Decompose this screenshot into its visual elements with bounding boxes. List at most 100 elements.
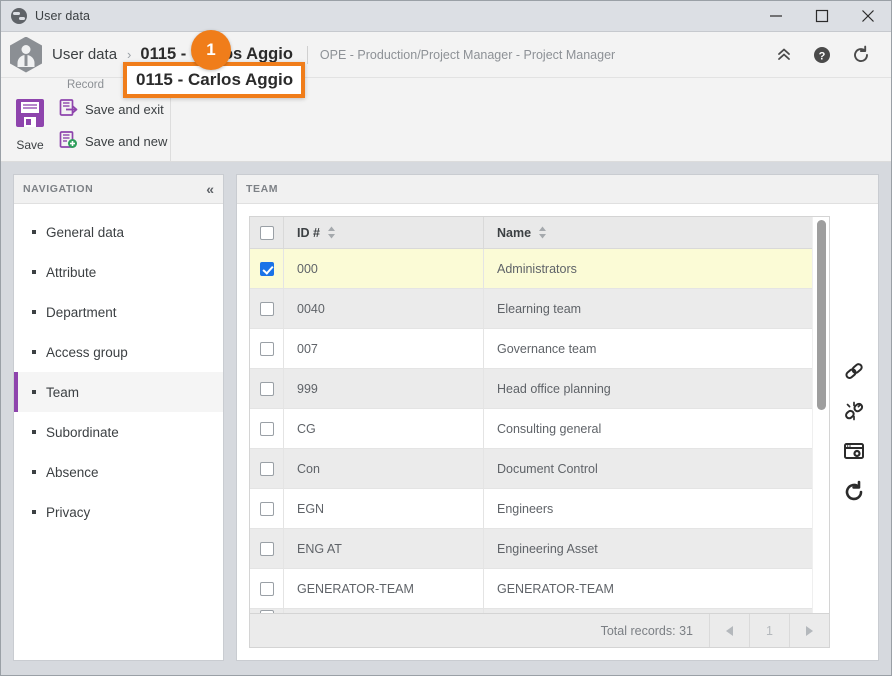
sidebar-item-general-data[interactable]: General data [14, 212, 223, 252]
sidebar-item-access-group[interactable]: Access group [14, 332, 223, 372]
table-row[interactable]: 0040 Elearning team [250, 289, 812, 329]
grid-scroll-zone: ID # Name 000 Administrators 0040 Elearn… [250, 217, 829, 613]
preview-window-icon[interactable] [843, 440, 865, 462]
table-row[interactable]: Con Document Control [250, 449, 812, 489]
double-chevron-left-icon[interactable]: « [206, 182, 214, 196]
main-body: NAVIGATION « General data Attribute Depa… [1, 162, 891, 675]
content-header: TEAM [237, 175, 878, 204]
annotation-target-text: 0115 - Carlos Aggio [136, 70, 294, 89]
bullet-icon [32, 510, 36, 514]
save-and-exit-button[interactable]: Save and exit [59, 98, 167, 122]
cell-id: 007 [284, 329, 484, 368]
row-checkbox[interactable] [259, 381, 274, 396]
application-window: User data User data › 0115 - Carlos Aggi… [0, 0, 892, 676]
bullet-icon [32, 230, 36, 234]
row-checkbox[interactable] [259, 501, 274, 516]
sidebar-item-label: Absence [46, 464, 99, 480]
breadcrumb-bar: User data › 0115 - Carlos Aggio OPE - Pr… [1, 30, 891, 98]
close-icon[interactable] [845, 1, 891, 31]
row-checkbox[interactable] [259, 341, 274, 356]
row-checkbox-cell[interactable] [250, 249, 284, 288]
sidebar-item-team[interactable]: Team [14, 372, 223, 412]
page-number[interactable]: 1 [749, 614, 789, 647]
sidebar-item-subordinate[interactable]: Subordinate [14, 412, 223, 452]
table-row[interactable]: 999 Head office planning [250, 369, 812, 409]
table-row[interactable]: 007 Governance team [250, 329, 812, 369]
column-header-id[interactable]: ID # [284, 217, 484, 248]
breadcrumb-separator: › [127, 47, 132, 62]
row-checkbox[interactable] [259, 301, 274, 316]
row-checkbox-cell[interactable] [250, 449, 284, 488]
cell-id: EGN [284, 489, 484, 528]
grid-side-toolbar [830, 216, 878, 648]
chevron-up-icon[interactable] [775, 46, 793, 64]
row-checkbox-cell[interactable] [250, 609, 284, 613]
sidebar-item-privacy[interactable]: Privacy [14, 492, 223, 532]
title-bar: User data [1, 1, 891, 32]
sort-arrows-icon[interactable] [327, 226, 336, 239]
table-row[interactable]: GENERATOR-TEAM GENERATOR-TEAM [250, 569, 812, 609]
navigation-header: NAVIGATION « [14, 175, 223, 204]
sidebar-item-label: General data [46, 224, 125, 240]
row-checkbox[interactable] [259, 261, 274, 276]
link-icon[interactable] [843, 360, 865, 382]
column-header-name-label: Name [497, 225, 532, 240]
bullet-icon [32, 470, 36, 474]
scrollbar-thumb[interactable] [816, 220, 826, 410]
row-checkbox-cell[interactable] [250, 289, 284, 328]
refresh-icon[interactable] [851, 45, 871, 65]
cell-name: Head office planning [497, 381, 611, 396]
minimize-icon[interactable] [753, 1, 799, 31]
table-row[interactable]: 000 Administrators [250, 249, 812, 289]
breadcrumb-root[interactable]: User data [52, 46, 117, 63]
sidebar-item-absence[interactable]: Absence [14, 452, 223, 492]
save-and-new-button[interactable]: Save and new [59, 130, 167, 154]
row-checkbox[interactable] [259, 541, 274, 556]
sidebar-item-department[interactable]: Department [14, 292, 223, 332]
bullet-icon [32, 310, 36, 314]
help-icon[interactable]: ? [813, 46, 831, 64]
save-and-new-icon [59, 130, 78, 154]
row-checkbox[interactable] [259, 461, 274, 476]
cell-id: 000 [284, 249, 484, 288]
row-checkbox-cell[interactable] [250, 329, 284, 368]
cell-name [484, 609, 812, 613]
table-row-partial[interactable] [250, 609, 812, 613]
row-checkbox-cell[interactable] [250, 369, 284, 408]
content-body: ID # Name 000 Administrators 0040 Elearn… [237, 204, 878, 660]
cell-name: Engineers [497, 501, 554, 516]
row-checkbox-cell[interactable] [250, 409, 284, 448]
save-floppy-icon [13, 96, 47, 135]
next-page-icon[interactable] [789, 614, 829, 647]
navigation-panel: NAVIGATION « General data Attribute Depa… [13, 174, 224, 661]
sort-arrows-icon[interactable] [538, 226, 547, 239]
row-checkbox-cell[interactable] [250, 569, 284, 608]
prev-page-icon[interactable] [709, 614, 749, 647]
maximize-icon[interactable] [799, 1, 845, 31]
unlink-icon[interactable] [843, 400, 865, 422]
total-records-label: Total records: 31 [600, 623, 693, 638]
refresh-icon[interactable] [842, 480, 866, 504]
table-row[interactable]: CG Consulting general [250, 409, 812, 449]
table-row[interactable]: EGN Engineers [250, 489, 812, 529]
bullet-icon [32, 350, 36, 354]
save-and-new-label: Save and new [85, 134, 168, 149]
column-header-name[interactable]: Name [484, 217, 812, 248]
row-checkbox[interactable] [259, 609, 274, 613]
save-button[interactable]: Save [7, 94, 53, 161]
select-all-checkbox[interactable] [259, 225, 274, 240]
grid-vertical-scrollbar[interactable] [812, 217, 829, 613]
cell-id: Con [284, 449, 484, 488]
row-checkbox-cell[interactable] [250, 529, 284, 568]
table-row[interactable]: ENG AT Engineering Asset [250, 529, 812, 569]
cell-name: Engineering Asset [497, 541, 598, 556]
select-all-checkbox-cell[interactable] [250, 217, 284, 248]
svg-text:?: ? [819, 50, 826, 62]
content-panel: TEAM ID # Name 000 Administrators 0040 E… [236, 174, 879, 661]
sidebar-item-attribute[interactable]: Attribute [14, 252, 223, 292]
grid-footer: Total records: 31 1 [250, 613, 829, 647]
cell-id: ENG AT [284, 529, 484, 568]
row-checkbox[interactable] [259, 581, 274, 596]
row-checkbox-cell[interactable] [250, 489, 284, 528]
row-checkbox[interactable] [259, 421, 274, 436]
